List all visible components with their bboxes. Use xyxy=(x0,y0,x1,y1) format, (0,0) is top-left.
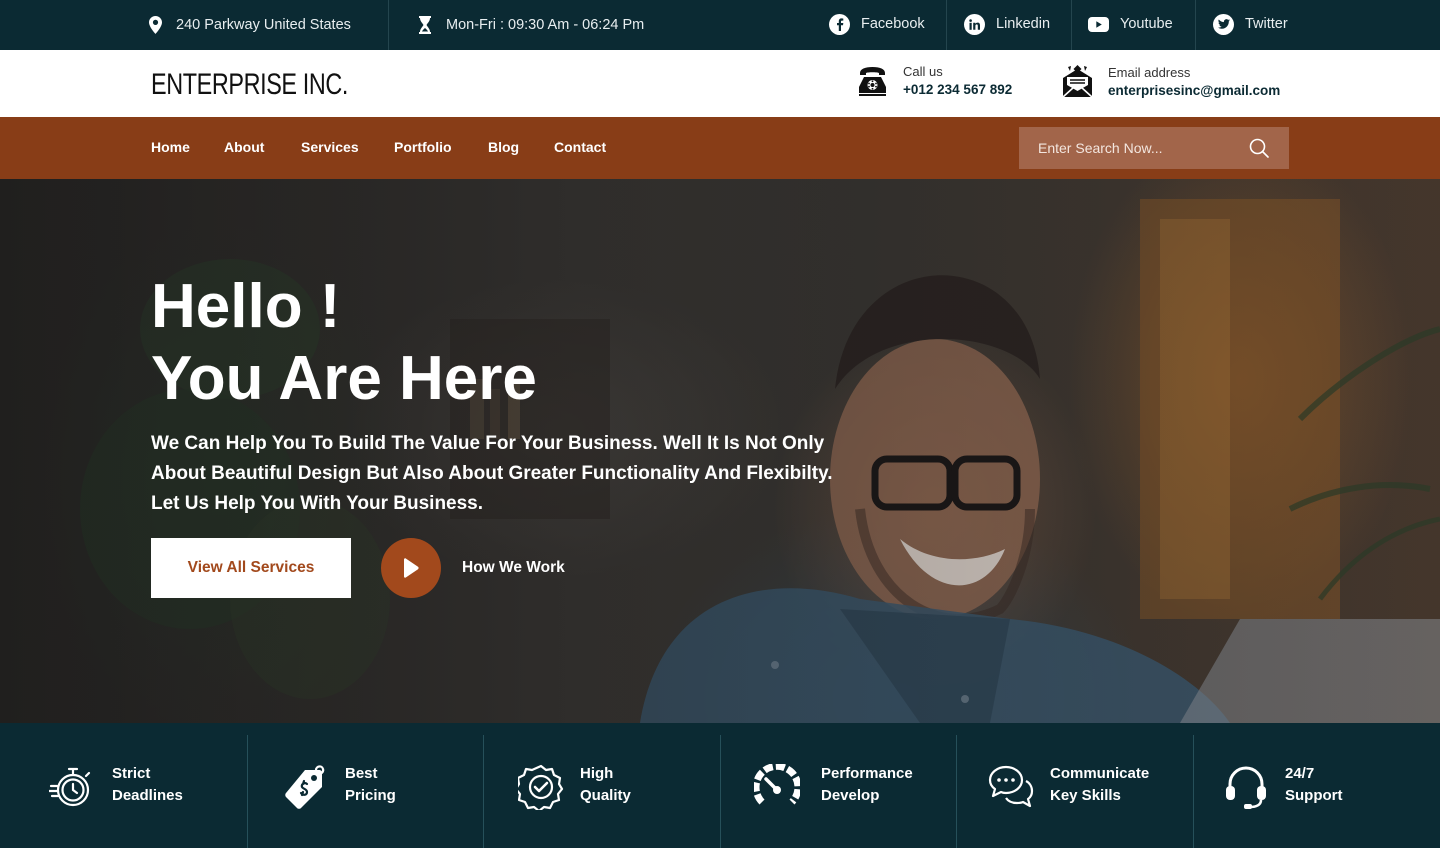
twitter-icon xyxy=(1213,13,1234,35)
hero-title-line2: You Are Here xyxy=(151,344,537,413)
feature-line2: Support xyxy=(1285,787,1343,804)
nav-services[interactable]: Services xyxy=(301,139,359,155)
hourglass-icon xyxy=(419,16,431,34)
linkedin-icon xyxy=(964,13,985,35)
call-us-block[interactable]: Call us +012 234 567 892 xyxy=(856,64,1012,97)
feature-24-7-support: 24/7 Support xyxy=(1223,723,1413,848)
email-block[interactable]: Email address enterprisesinc@gmail.com xyxy=(1061,64,1280,99)
feature-line1: 24/7 xyxy=(1285,765,1315,782)
address-text: 240 Parkway United States xyxy=(176,17,351,33)
topbar-divider xyxy=(1071,0,1072,50)
facebook-icon xyxy=(829,13,850,35)
price-tag-icon xyxy=(285,765,325,809)
feature-divider xyxy=(956,735,957,848)
social-link-twitter[interactable]: Twitter xyxy=(1213,0,1288,48)
top-bar: 240 Parkway United States Mon-Fri : 09:3… xyxy=(0,0,1440,50)
feature-line1: Performance xyxy=(821,765,913,782)
feature-divider xyxy=(720,735,721,848)
headset-icon xyxy=(1226,766,1266,809)
email-address[interactable]: enterprisesinc@gmail.com xyxy=(1108,83,1280,98)
main-nav: Home About Services Portfolio Blog Conta… xyxy=(0,117,1440,179)
social-link-youtube[interactable]: Youtube xyxy=(1088,0,1173,48)
how-we-work-link[interactable]: How We Work xyxy=(462,559,565,577)
nav-about[interactable]: About xyxy=(224,139,264,155)
location-pin-icon xyxy=(149,16,162,34)
call-us-label: Call us xyxy=(903,64,943,79)
chat-bubbles-icon xyxy=(988,765,1034,808)
speedometer-icon xyxy=(754,764,800,805)
feature-performance-develop: Performance Develop xyxy=(754,723,949,848)
hero-description: We Can Help You To Build The Value For Y… xyxy=(151,429,891,519)
feature-line2: Develop xyxy=(821,787,880,804)
site-logo[interactable]: ENTERPRISE INC. xyxy=(151,68,348,102)
feature-line1: Strict xyxy=(112,765,151,782)
feature-communicate-key-skills: Communicate Key Skills xyxy=(988,723,1183,848)
search-icon[interactable] xyxy=(1249,138,1269,158)
features-strip: Strict Deadlines Best Pricing High Quali… xyxy=(0,723,1440,848)
feature-line2: Quality xyxy=(580,787,631,804)
youtube-label: Youtube xyxy=(1120,16,1173,32)
hero-text-line2: About Beautiful Design But Also About Gr… xyxy=(151,463,833,484)
feature-divider xyxy=(1193,735,1194,848)
nav-blog[interactable]: Blog xyxy=(488,139,519,155)
feature-divider xyxy=(483,735,484,848)
nav-portfolio[interactable]: Portfolio xyxy=(394,139,452,155)
topbar-divider xyxy=(388,0,389,50)
twitter-label: Twitter xyxy=(1245,16,1288,32)
phone-number[interactable]: +012 234 567 892 xyxy=(903,82,1012,97)
email-label: Email address xyxy=(1108,65,1191,80)
address-info: 240 Parkway United States xyxy=(149,0,351,50)
hero-text-line1: We Can Help You To Build The Value For Y… xyxy=(151,433,825,454)
nav-home[interactable]: Home xyxy=(151,139,190,155)
feature-line2: Deadlines xyxy=(112,787,183,804)
stopwatch-icon xyxy=(49,767,91,807)
linkedin-label: Linkedin xyxy=(996,16,1051,32)
feature-line1: Communicate xyxy=(1050,765,1150,782)
hero-title-line1: Hello ! xyxy=(151,272,341,341)
feature-strict-deadlines: Strict Deadlines xyxy=(49,723,239,848)
search-box xyxy=(1019,127,1289,169)
youtube-icon xyxy=(1088,16,1109,32)
social-link-linkedin[interactable]: Linkedin xyxy=(964,0,1050,48)
feature-high-quality: High Quality xyxy=(518,723,708,848)
hero-title: Hello ! You Are Here xyxy=(151,271,537,415)
view-all-services-button[interactable]: View All Services xyxy=(151,538,351,598)
hours-text: Mon-Fri : 09:30 Am - 06:24 Pm xyxy=(446,17,645,33)
play-video-button[interactable] xyxy=(381,538,441,598)
topbar-divider xyxy=(1195,0,1196,50)
feature-line1: High xyxy=(580,765,614,782)
hero-text-line3: Let Us Help You With Your Business. xyxy=(151,493,484,514)
feature-line2: Key Skills xyxy=(1050,787,1121,804)
telephone-icon xyxy=(859,67,886,96)
feature-line1: Best xyxy=(345,765,378,782)
play-icon xyxy=(404,558,419,578)
brand-bar: ENTERPRISE INC. Call us +012 234 567 892… xyxy=(0,50,1440,117)
quality-badge-icon xyxy=(518,764,564,810)
facebook-label: Facebook xyxy=(861,16,925,32)
hours-info: Mon-Fri : 09:30 Am - 06:24 Pm xyxy=(418,0,644,50)
nav-contact[interactable]: Contact xyxy=(554,139,606,155)
feature-line2: Pricing xyxy=(345,787,396,804)
topbar-divider xyxy=(946,0,947,50)
hero-section: Hello ! You Are Here We Can Help You To … xyxy=(0,179,1440,723)
social-link-facebook[interactable]: Facebook xyxy=(829,0,925,48)
search-input[interactable] xyxy=(1019,127,1249,169)
feature-best-pricing: Best Pricing xyxy=(283,723,473,848)
envelope-icon xyxy=(1062,65,1093,98)
feature-divider xyxy=(247,735,248,848)
